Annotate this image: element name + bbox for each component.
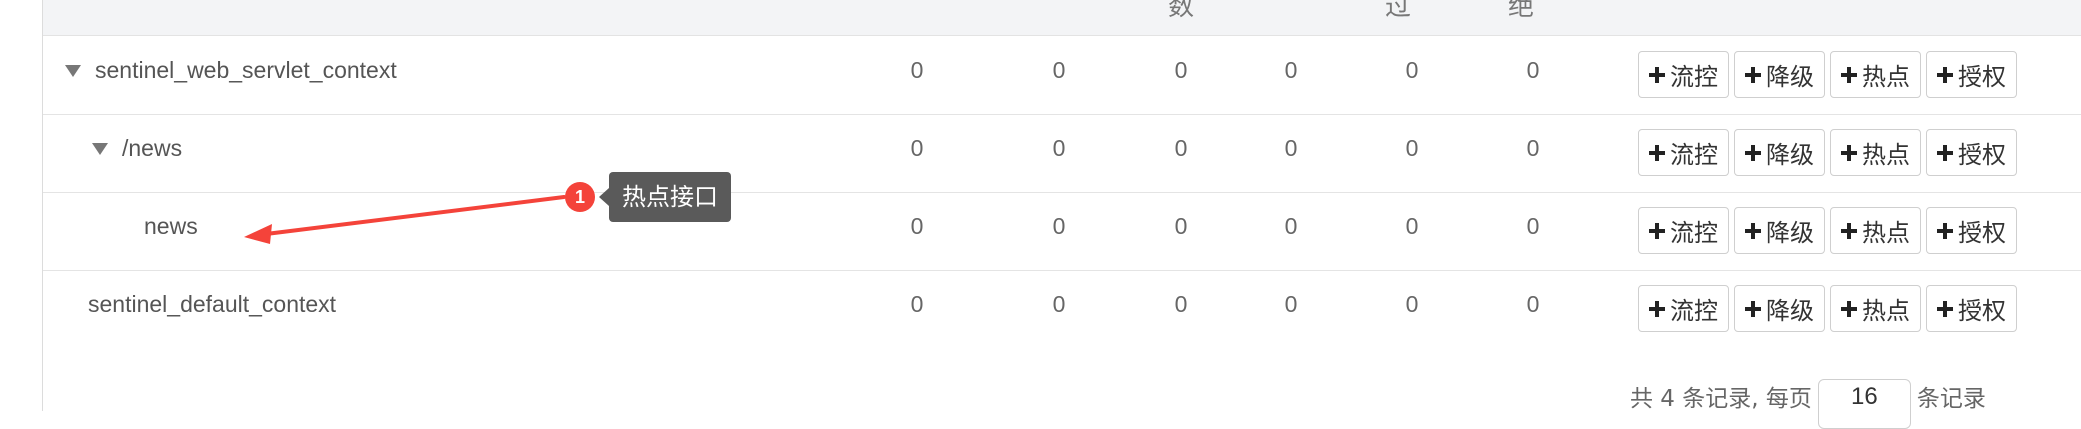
annotation-tooltip: 热点接口 — [599, 172, 731, 222]
annotation-number-badge: 1 — [565, 182, 595, 212]
annotation-arrow — [244, 195, 566, 244]
